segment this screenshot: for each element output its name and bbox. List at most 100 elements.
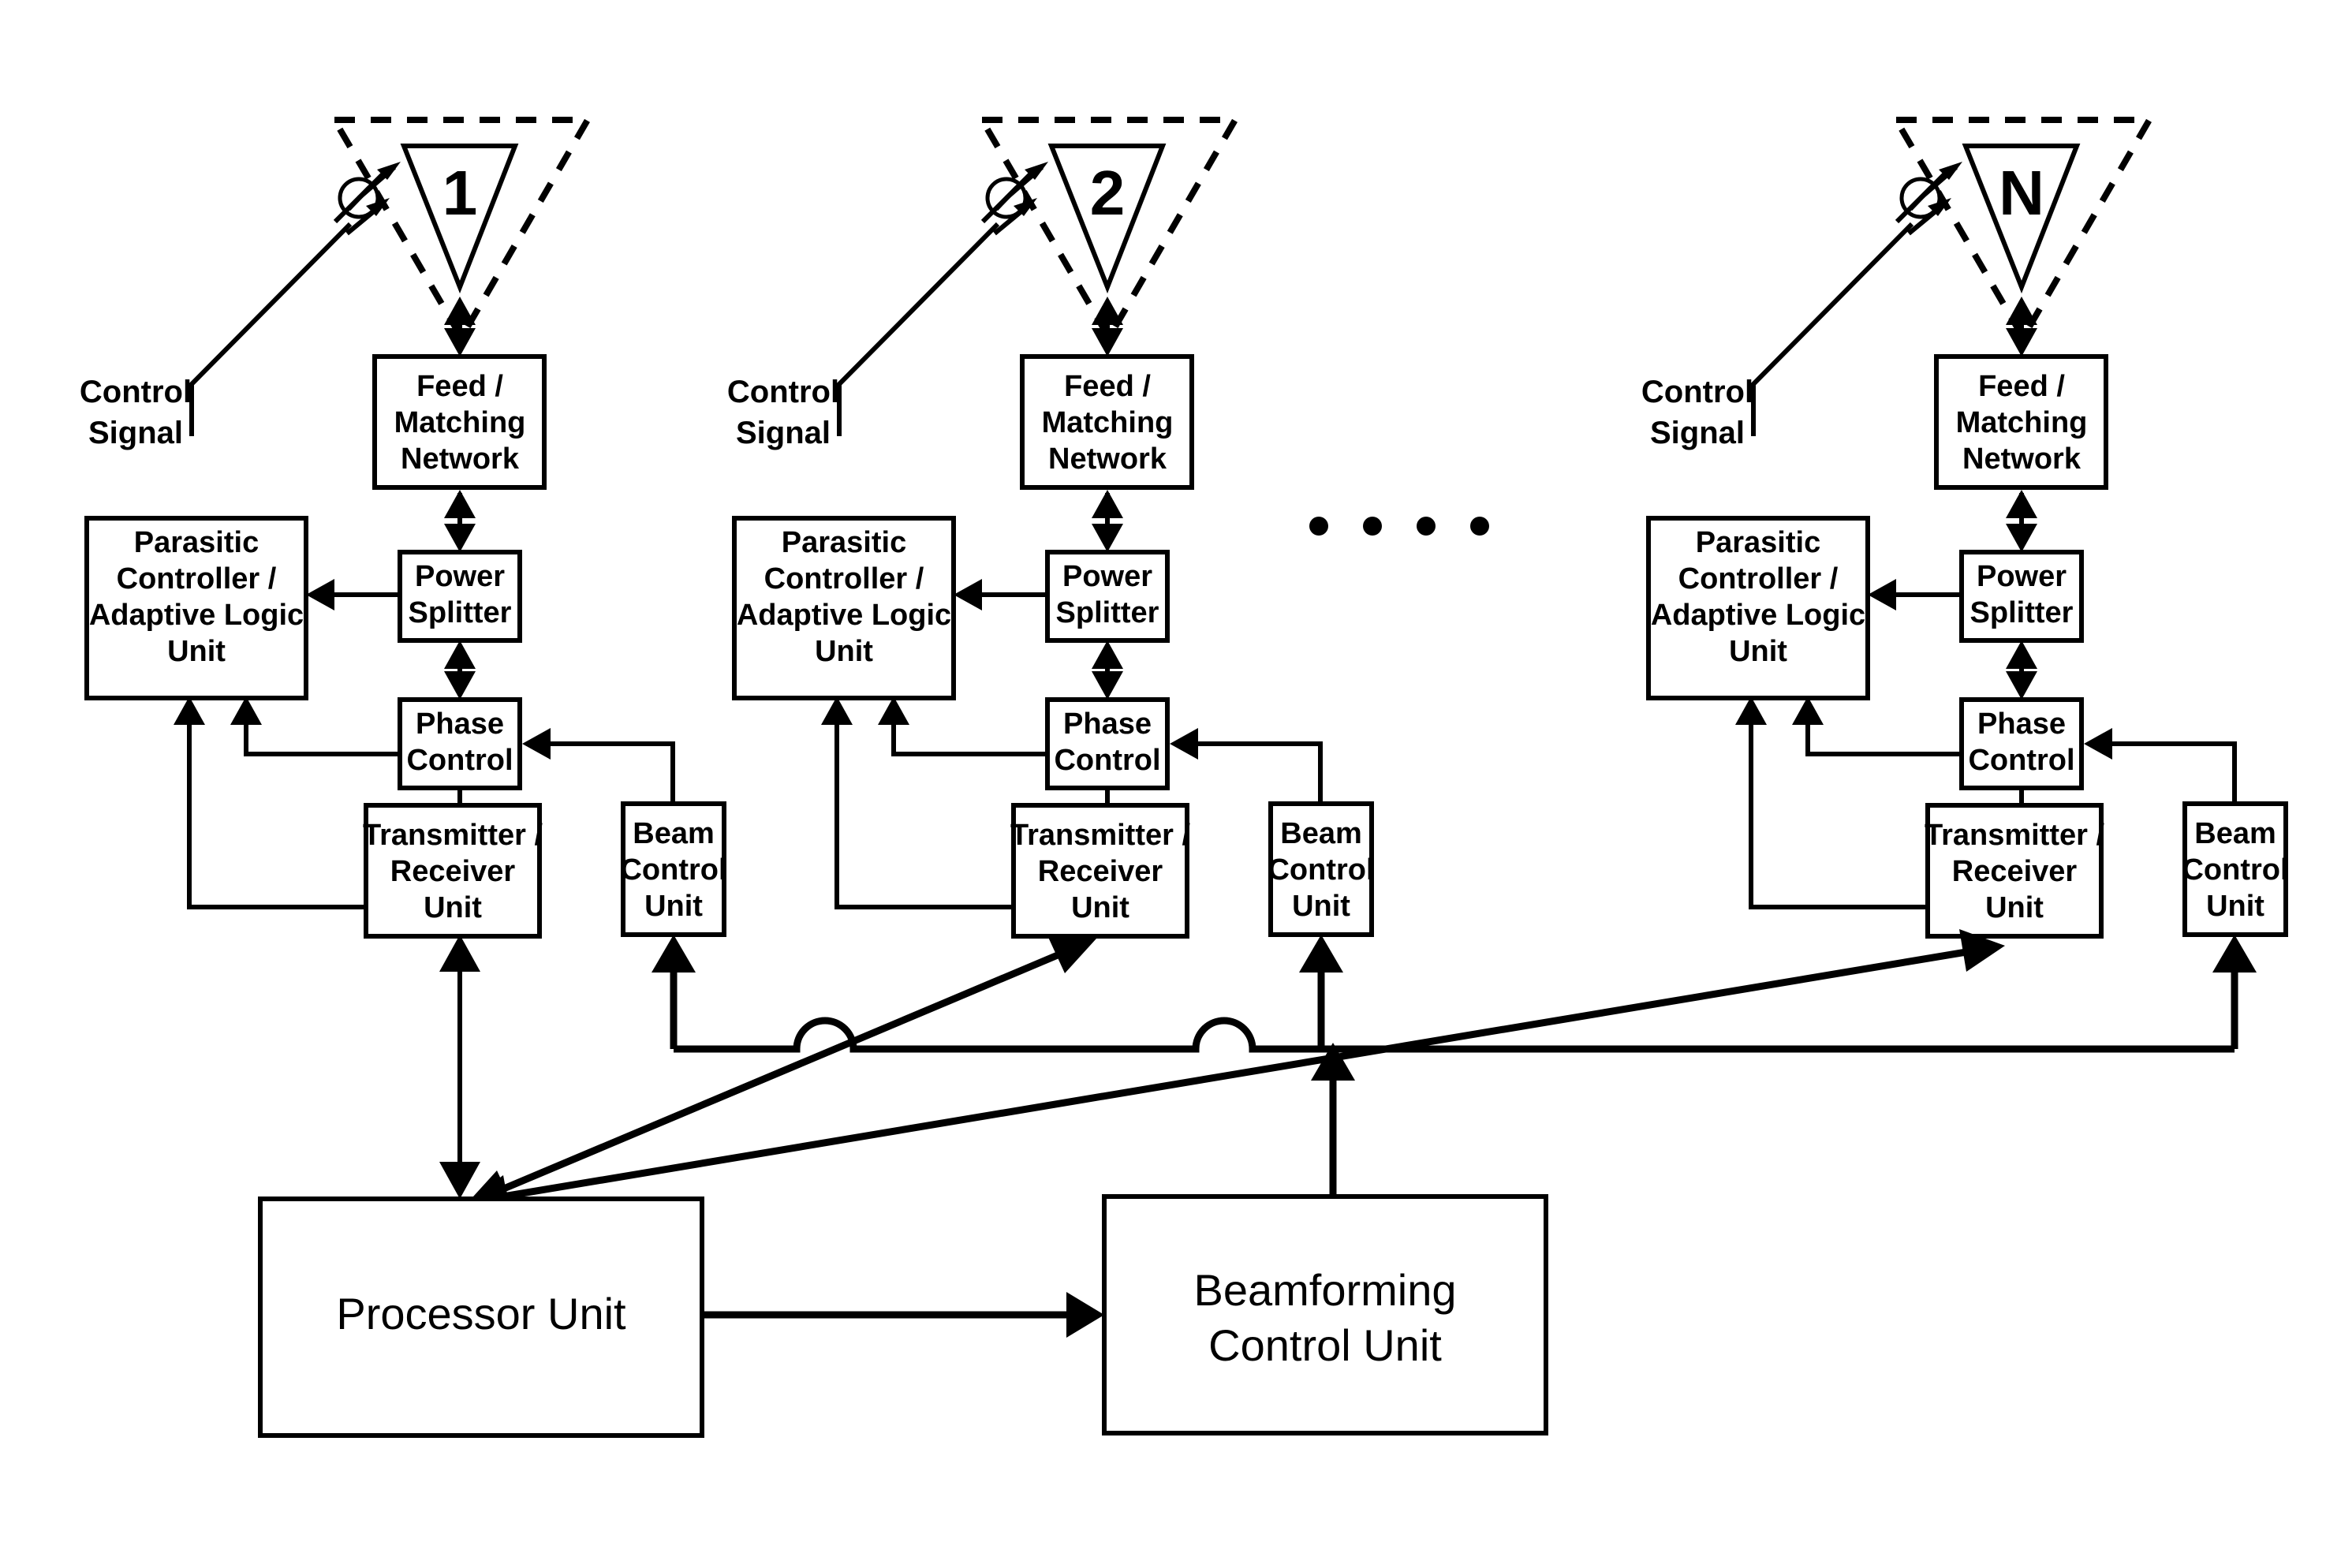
antenna-feed-arrowhead-up-1 <box>444 297 476 325</box>
antenna-element-n: N Control Signal Feed / Matching Network… <box>1641 117 2289 939</box>
power-phase-arrowhead-up-2 <box>1092 640 1123 669</box>
txrx-to-parasitic-line-2 <box>834 714 1014 909</box>
phase-control-label-2-line2: Control <box>1054 744 1160 777</box>
bus-riser-arrowhead-1 <box>652 935 696 973</box>
txrx-label-1-line3: Unit <box>424 891 482 924</box>
processor-to-beamforming-arrowhead <box>1066 1292 1104 1338</box>
control-signal-label-n-line2: Signal <box>1650 416 1745 450</box>
power-splitter-label-1-line1: Power <box>415 560 505 593</box>
antenna-feed-arrowhead-up-2 <box>1092 297 1123 325</box>
power-splitter-label-2-line2: Splitter <box>1056 596 1159 629</box>
ellipsis-dot-3 <box>1417 517 1436 536</box>
feed-matching-label-2-line1: Feed / <box>1064 370 1151 403</box>
phase-to-parasitic-arrowhead-2 <box>878 696 909 725</box>
txrx-to-parasitic-arrowhead-n <box>1735 696 1767 725</box>
antenna-number-n: N <box>1999 158 2044 228</box>
power-splitter-label-2-line1: Power <box>1062 560 1152 593</box>
beam-control-label-1-line3: Unit <box>644 890 703 923</box>
antenna-element-1: 1 Control Signal Feed / Matching Network… <box>80 117 727 939</box>
antenna-element-2: 2 Control Signal Feed / Matching Network… <box>727 117 1375 939</box>
parasitic-controller-label-2-line3: Adaptive Logic <box>737 599 951 632</box>
beamctrl-to-phase-line-2 <box>1189 741 1323 804</box>
ellipsis-dot-4 <box>1470 517 1489 536</box>
feed-matching-label-2-line3: Network <box>1048 442 1167 476</box>
phase-control-label-1-line1: Phase <box>416 707 504 741</box>
feed-matching-label-n-line3: Network <box>1962 442 2082 476</box>
txrx-label-n-line1: Transmitter / <box>1925 819 2105 852</box>
feed-matching-label-2-line2: Matching <box>1042 406 1174 439</box>
antenna-number-2: 2 <box>1090 158 1126 228</box>
txrx-label-2-line1: Transmitter / <box>1010 819 1191 852</box>
beamctrl-to-phase-line-1 <box>541 741 675 804</box>
control-signal-leader-2 <box>837 222 1000 436</box>
parasitic-controller-label-1-line3: Adaptive Logic <box>89 599 304 632</box>
parasitic-controller-label-1-line1: Parasitic <box>134 526 259 559</box>
processor-txrx2-datapath <box>487 946 1070 1199</box>
phase-to-parasitic-line-n <box>1805 714 1962 756</box>
feed-matching-label-n-line2: Matching <box>1956 406 2088 439</box>
beamforming-control-label-line1: Beamforming <box>1193 1265 1456 1315</box>
phase-to-parasitic-line-1 <box>244 714 400 756</box>
control-signal-label-1-line2: Signal <box>88 416 183 450</box>
feed-power-arrowhead-down-1 <box>444 524 476 552</box>
power-phase-arrowhead-down-n <box>2006 671 2037 700</box>
phase-to-parasitic-line-2 <box>891 714 1047 756</box>
antenna-feed-arrowhead-down-n <box>2006 328 2037 357</box>
power-phase-arrowhead-up-n <box>2006 640 2037 669</box>
parasitic-controller-label-n-line4: Unit <box>1729 635 1787 668</box>
beam-control-label-2-line2: Control <box>1268 853 1374 887</box>
bus-riser-arrowhead-2 <box>1299 935 1343 973</box>
feed-matching-label-1-line1: Feed / <box>416 370 503 403</box>
power-to-parasitic-arrowhead-1 <box>306 579 334 610</box>
parasitic-controller-label-1-line4: Unit <box>167 635 226 668</box>
feed-matching-label-1-line2: Matching <box>394 406 526 439</box>
feed-matching-label-1-line3: Network <box>401 442 520 476</box>
beam-control-label-2-line1: Beam <box>1280 817 1362 850</box>
processor-unit-label: Processor Unit <box>336 1289 626 1338</box>
txrx-to-parasitic-arrowhead-1 <box>174 696 205 725</box>
feed-power-arrowhead-down-2 <box>1092 524 1123 552</box>
feed-power-arrowhead-down-n <box>2006 524 2037 552</box>
parasitic-controller-label-n-line3: Adaptive Logic <box>1651 599 1865 632</box>
beamctrl-to-phase-arrowhead-2 <box>1170 728 1198 760</box>
power-to-parasitic-arrowhead-n <box>1868 579 1896 610</box>
feed-power-arrowhead-up-1 <box>444 490 476 518</box>
ellipsis-dot-2 <box>1363 517 1382 536</box>
processor-txrx1-arrowhead-down <box>439 1162 480 1199</box>
beamctrl-to-phase-line-n <box>2103 741 2237 804</box>
beam-control-label-n-line2: Control <box>2182 853 2288 887</box>
txrx-label-2-line2: Receiver <box>1038 855 1163 888</box>
beam-control-label-n-line1: Beam <box>2194 817 2276 850</box>
parasitic-controller-label-2-line4: Unit <box>815 635 873 668</box>
beamforming-control-label-line2: Control Unit <box>1208 1320 1442 1370</box>
parasitic-controller-label-2-line2: Controller / <box>764 562 924 595</box>
power-phase-arrowhead-down-1 <box>444 671 476 700</box>
txrx-to-parasitic-line-n <box>1749 714 1928 909</box>
parasitic-controller-label-2-line1: Parasitic <box>782 526 906 559</box>
antenna-feed-arrowhead-up-n <box>2006 297 2037 325</box>
phase-control-label-1-line2: Control <box>406 744 513 777</box>
beamctrl-to-phase-arrowhead-1 <box>522 728 551 760</box>
power-splitter-label-n-line2: Splitter <box>1970 596 2074 629</box>
beam-control-label-2-line3: Unit <box>1292 890 1350 923</box>
phase-to-parasitic-arrowhead-1 <box>230 696 262 725</box>
antenna-number-1: 1 <box>442 158 478 228</box>
beam-control-label-1-line2: Control <box>620 853 726 887</box>
feed-power-arrowhead-up-2 <box>1092 490 1123 518</box>
diagram-canvas: 1 Control Signal Feed / Matching Network… <box>0 0 2341 1568</box>
ellipsis-dot-1 <box>1309 517 1328 536</box>
power-phase-arrowhead-up-1 <box>444 640 476 669</box>
txrx-label-1-line1: Transmitter / <box>363 819 543 852</box>
control-signal-label-2-line2: Signal <box>736 416 831 450</box>
control-signal-leader-n <box>1751 222 1914 436</box>
ellipsis-dots <box>1309 517 1489 536</box>
phase-control-label-n-line2: Control <box>1968 744 2074 777</box>
beamforming-control-unit-box[interactable] <box>1102 1194 1548 1435</box>
processor-txrx1-arrowhead-up <box>439 935 480 972</box>
txrx-label-n-line2: Receiver <box>1952 855 2078 888</box>
power-to-parasitic-arrowhead-2 <box>954 579 982 610</box>
txrx-to-parasitic-arrowhead-2 <box>821 696 853 725</box>
antenna-feed-arrowhead-down-2 <box>1092 328 1123 357</box>
txrx-label-2-line3: Unit <box>1071 891 1129 924</box>
txrx-to-parasitic-line-1 <box>187 714 366 909</box>
